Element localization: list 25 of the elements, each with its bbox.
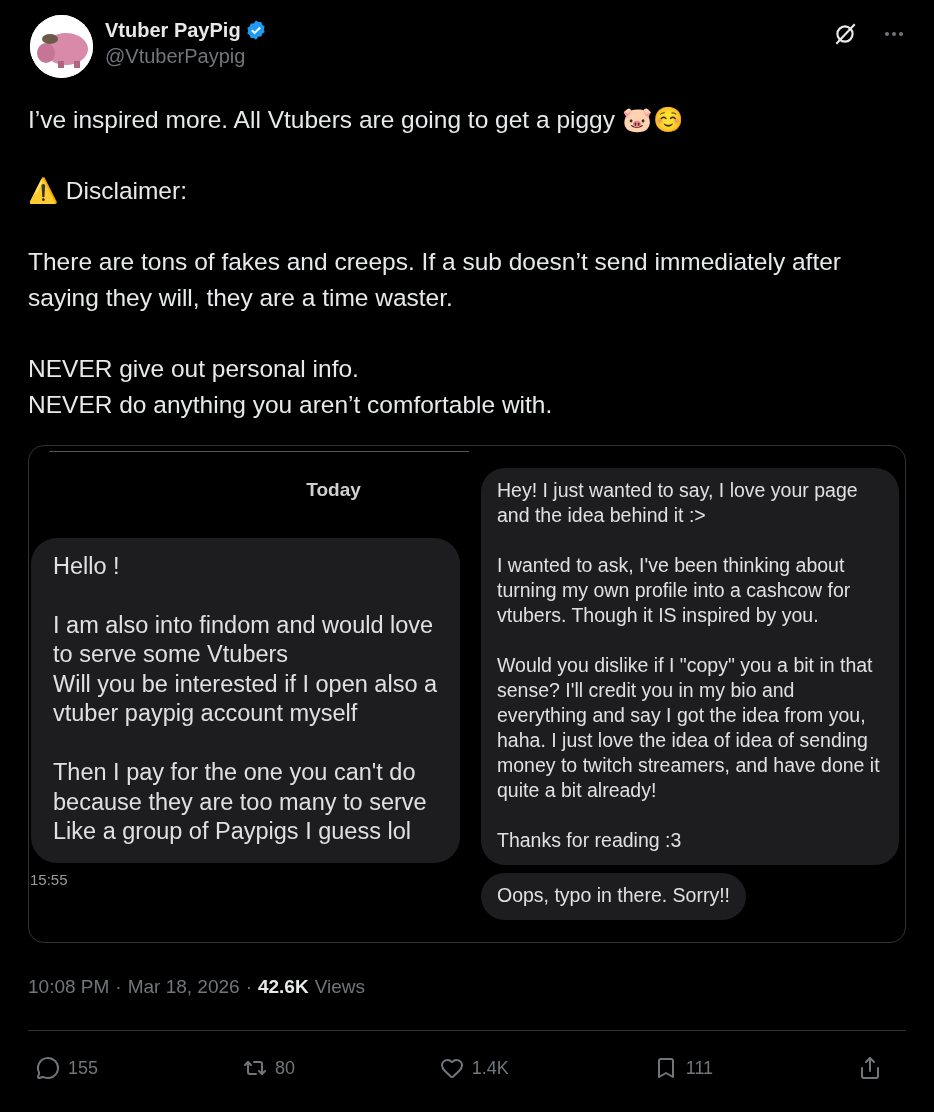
author-name[interactable]: Vtuber PayPig bbox=[105, 18, 241, 42]
message-time: 15:55 bbox=[30, 869, 69, 890]
separator-dot: · bbox=[115, 975, 122, 999]
message-bubble: Oops, typo in there. Sorry!! bbox=[481, 873, 747, 920]
message-bubble: Hello ! I am also into findom and would love to serve some Vtubers Will you be interested if I open also a vtuber paypig account myself Then I pay for the one you can't do because they are too many to serve Like a group of Paypigs I guess lol bbox=[31, 537, 460, 863]
attached-screenshot[interactable] bbox=[28, 445, 906, 943]
post-time[interactable]: 10:08 PM bbox=[28, 973, 110, 1002]
tweet-text: There are tons of fakes and creeps. If a sub doesn’t send immediately after saying they will, they are a time waster. bbox=[28, 247, 843, 313]
like-icon[interactable] bbox=[439, 1056, 464, 1080]
tweet-text: NEVER give out personal info. NEVER do anything you aren’t comfortable with. bbox=[28, 354, 554, 420]
tweet-text: I’ve inspired more. All Vtubers are going to get a piggy 🐷☺ bbox=[28, 105, 685, 135]
share-icon[interactable] bbox=[858, 1056, 882, 1080]
view-count: 42.6K bbox=[257, 975, 309, 999]
date-divider: Today bbox=[306, 478, 361, 502]
post-date[interactable]: Mar 18, 2026 bbox=[127, 973, 240, 1002]
message-bubble: Hey! I just wanted to say, I love your page and the idea behind it :> I wanted to ask, I've been thinking about turning my own profile into a cashcow for vtubers. Though it IS inspired by you. Would you dislike if I "copy" you a bit in that sense? I'll credit you in my bio and everything and say I got the idea from you, haha. I just love the idea of idea of sending money to twitch streamers, and have done it quite a bit already! Thanks for reading :3 bbox=[481, 468, 899, 865]
views-label: Views bbox=[314, 975, 365, 999]
author-handle[interactable]: @VtuberPaypig bbox=[105, 42, 267, 70]
action-count: 80 bbox=[274, 1056, 295, 1080]
action-count: 155 bbox=[68, 1056, 99, 1080]
action-count: 1.4K bbox=[471, 1056, 509, 1080]
separator-dot: · bbox=[245, 975, 252, 999]
action-count: 111 bbox=[685, 1056, 714, 1080]
reply-icon[interactable] bbox=[36, 1056, 60, 1080]
tweet-text: ⚠ Disclaimer: bbox=[28, 176, 188, 206]
